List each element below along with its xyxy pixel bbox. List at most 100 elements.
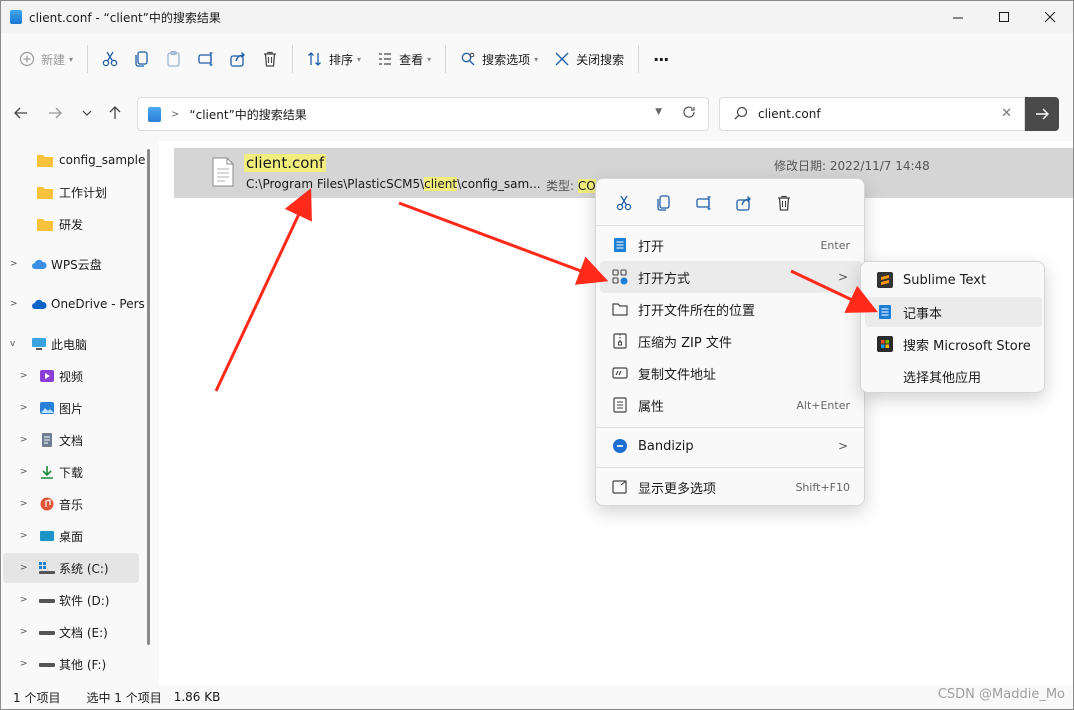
file-path: C:\Program Files\PlasticSCM5\client\conf…	[246, 177, 541, 191]
ctx-open-location[interactable]: 打开文件所在的位置	[600, 293, 862, 325]
sidebar-item-wps-cloud[interactable]: > WPS云盘	[1, 249, 141, 279]
back-button[interactable]	[9, 101, 33, 125]
more-button[interactable]: ···	[645, 43, 676, 75]
ctx-cut-button[interactable]	[604, 187, 644, 219]
toolbar-divider	[638, 45, 640, 73]
scissors-icon	[102, 51, 118, 67]
submenu-choose-other-app[interactable]: 选择其他应用	[865, 361, 1042, 391]
chevron-right-icon[interactable]: >	[20, 563, 28, 573]
close-button[interactable]	[1027, 1, 1073, 33]
ctx-share-button[interactable]	[724, 187, 764, 219]
search-box[interactable]: ✕	[719, 97, 1025, 131]
submenu-microsoft-store[interactable]: 搜索 Microsoft Store	[865, 329, 1042, 359]
ctx-open-shortcut: Enter	[820, 238, 850, 252]
clear-search-button[interactable]: ✕	[1001, 106, 1012, 121]
sidebar-item-onedrive[interactable]: > OneDrive - Pers	[1, 289, 145, 319]
sidebar-item-this-pc[interactable]: v 此电脑	[1, 329, 141, 359]
command-bar: 新建 ▾ 排序 ▾ 查看 ▾ 搜索选项 ▾ 关闭搜索 ···	[1, 37, 1073, 81]
ctx-bandizip[interactable]: Bandizip >	[600, 430, 862, 462]
chevron-right-icon: >	[171, 108, 180, 120]
ctx-properties[interactable]: 属性 Alt+Enter	[600, 389, 862, 421]
chevron-right-icon[interactable]: >	[20, 531, 28, 541]
chevron-right-icon[interactable]: >	[20, 627, 28, 637]
sidebar-item-desktop[interactable]: > 桌面	[1, 521, 141, 551]
chevron-right-icon[interactable]: >	[10, 259, 18, 269]
search-go-button[interactable]	[1025, 97, 1059, 131]
bandizip-icon	[613, 439, 627, 453]
paste-button[interactable]	[158, 43, 190, 75]
file-icon	[212, 157, 234, 187]
address-row: > “client”中的搜索结果 ▼ ✕	[1, 91, 1073, 135]
sidebar-item-label: 其他 (F:)	[59, 657, 107, 672]
drive-icon	[39, 663, 55, 667]
file-name: client.conf	[244, 154, 327, 172]
sidebar-scrollbar[interactable]	[147, 149, 150, 645]
sidebar-item-config-sample[interactable]: config_sample	[1, 145, 145, 175]
chevron-right-icon[interactable]: >	[20, 659, 28, 669]
copy-button[interactable]	[126, 43, 158, 75]
sidebar-item-music[interactable]: > 音乐	[1, 489, 141, 519]
ctx-compress-zip[interactable]: 压缩为 ZIP 文件	[600, 325, 862, 357]
chevron-right-icon[interactable]: >	[10, 299, 18, 309]
music-icon	[40, 497, 54, 511]
chevron-down-icon[interactable]: ▼	[655, 107, 662, 117]
forward-button[interactable]	[43, 101, 67, 125]
submenu-sublime-text[interactable]: Sublime Text	[865, 265, 1042, 295]
ctx-open-label: 打开	[638, 239, 665, 255]
ctx-delete-button[interactable]	[764, 187, 804, 219]
sidebar-item-work-plan[interactable]: 工作计划	[1, 177, 141, 207]
chevron-right-icon[interactable]: >	[20, 403, 28, 413]
search-options-button[interactable]: 搜索选项 ▾	[452, 43, 546, 75]
sidebar-item-label: WPS云盘	[51, 257, 102, 272]
file-explorer-window: client.conf - “client”中的搜索结果 新建 ▾ 排序 ▾ 查…	[0, 0, 1074, 710]
chevron-right-icon[interactable]: >	[20, 467, 28, 477]
chevron-right-icon[interactable]: >	[20, 499, 28, 509]
search-input[interactable]	[758, 107, 978, 121]
maximize-button[interactable]	[981, 1, 1027, 33]
sidebar-item-downloads[interactable]: > 下载	[1, 457, 141, 487]
delete-button[interactable]	[254, 43, 286, 75]
sort-button[interactable]: 排序 ▾	[299, 43, 369, 75]
view-button[interactable]: 查看 ▾	[369, 43, 439, 75]
sidebar-item-videos[interactable]: > 视频	[1, 361, 141, 391]
sidebar-item-rnd[interactable]: 研发	[1, 209, 141, 239]
minimize-icon	[952, 17, 963, 18]
rename-button[interactable]	[190, 43, 222, 75]
recent-locations-button[interactable]	[75, 101, 99, 125]
address-bar[interactable]: > “client”中的搜索结果 ▼	[137, 97, 709, 131]
plus-circle-icon	[19, 51, 35, 67]
ctx-rename-button[interactable]	[684, 187, 724, 219]
cut-button[interactable]	[94, 43, 126, 75]
chevron-right-icon[interactable]: >	[20, 435, 28, 445]
refresh-button[interactable]	[682, 105, 696, 122]
chevron-down-icon[interactable]: v	[10, 339, 15, 349]
new-button[interactable]: 新建 ▾	[11, 43, 81, 75]
ctx-copy-button[interactable]	[644, 187, 684, 219]
sidebar-item-label: 软件 (D:)	[59, 593, 110, 608]
up-button[interactable]	[103, 101, 127, 125]
ctx-open-with[interactable]: 打开方式 >	[600, 261, 862, 293]
file-path-suffix: \config_sam...	[457, 177, 541, 191]
item-count: 1 个项目	[13, 690, 61, 705]
ctx-copy-path[interactable]: 复制文件地址	[600, 357, 862, 389]
chevron-right-icon[interactable]: >	[20, 595, 28, 605]
submenu-notepad[interactable]: 记事本	[865, 297, 1042, 327]
ctx-more-options[interactable]: 显示更多选项 Shift+F10	[600, 471, 862, 503]
sidebar-item-drive-f[interactable]: > 其他 (F:)	[1, 649, 141, 679]
ctx-open[interactable]: 打开 Enter	[600, 229, 862, 261]
chevron-right-icon[interactable]: >	[20, 371, 28, 381]
sidebar-item-drive-e[interactable]: > 文档 (E:)	[1, 617, 141, 647]
sidebar-item-documents[interactable]: > 文档	[1, 425, 141, 455]
download-icon	[41, 466, 53, 479]
minimize-button[interactable]	[935, 1, 981, 33]
toolbar-divider	[292, 45, 294, 73]
sort-icon	[308, 52, 321, 66]
sidebar-item-drive-d[interactable]: > 软件 (D:)	[1, 585, 141, 615]
share-button[interactable]	[222, 43, 254, 75]
sidebar-item-drive-c[interactable]: > 系统 (C:)	[3, 553, 139, 583]
folder-outline-icon	[612, 303, 628, 316]
breadcrumb[interactable]: “client”中的搜索结果	[189, 106, 306, 123]
sidebar-item-pictures[interactable]: > 图片	[1, 393, 141, 423]
close-search-button[interactable]: 关闭搜索	[546, 43, 632, 75]
sidebar-item-label: 文档	[59, 433, 84, 448]
